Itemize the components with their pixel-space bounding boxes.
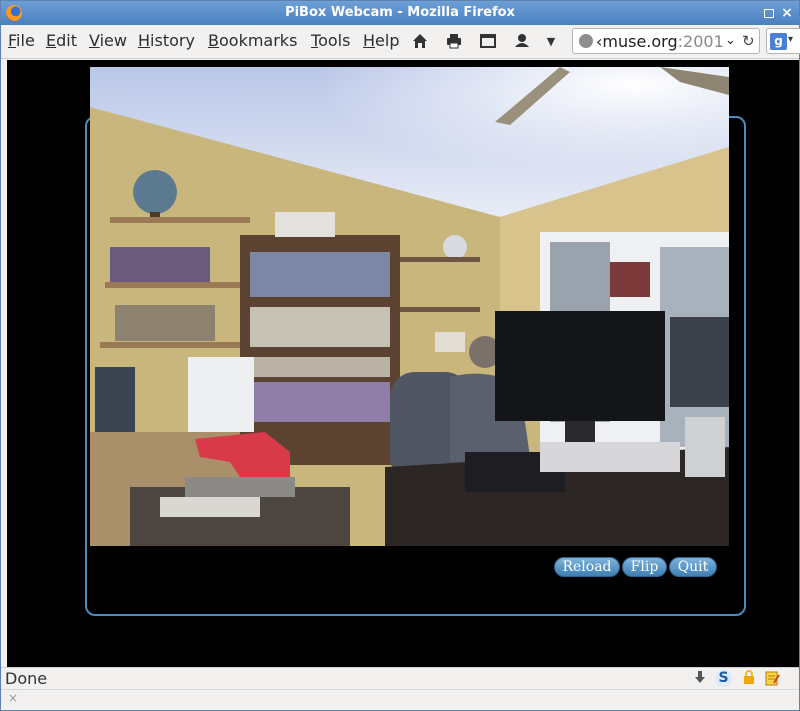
dropdown-icon[interactable]: ▼ bbox=[541, 32, 561, 52]
addon-bar-close-icon[interactable]: × bbox=[8, 691, 18, 705]
menu-view[interactable]: View bbox=[89, 31, 127, 50]
status-bar: Done S bbox=[1, 667, 799, 688]
quit-button[interactable]: Quit bbox=[669, 557, 717, 577]
webcam-image bbox=[90, 67, 729, 546]
globe-icon bbox=[579, 34, 593, 48]
menu-bookmarks[interactable]: Bookmarks bbox=[208, 31, 297, 50]
search-box[interactable]: g ▾ bbox=[766, 28, 800, 54]
status-text: Done bbox=[5, 669, 48, 688]
maximize-icon[interactable] bbox=[761, 6, 775, 20]
s-icon[interactable]: S bbox=[715, 670, 732, 687]
url-dropdown-icon[interactable]: ⌄ bbox=[725, 33, 736, 48]
google-icon[interactable]: g bbox=[770, 33, 787, 50]
browser-window: PiBox Webcam - Mozilla Firefox × File Ed… bbox=[0, 0, 800, 711]
flip-button[interactable]: Flip bbox=[622, 557, 667, 577]
menu-tools[interactable]: Tools bbox=[311, 31, 350, 50]
menu-bar: File Edit View History Bookmarks Tools H… bbox=[1, 25, 800, 59]
addon-bar: × bbox=[1, 689, 799, 710]
menu-edit[interactable]: Edit bbox=[46, 31, 77, 50]
window-title: PiBox Webcam - Mozilla Firefox bbox=[285, 5, 515, 20]
reload-icon[interactable]: ↻ bbox=[742, 32, 755, 50]
search-dropdown-icon[interactable]: ▾ bbox=[788, 34, 793, 45]
title-bar: PiBox Webcam - Mozilla Firefox × bbox=[1, 1, 799, 25]
notes-icon[interactable] bbox=[763, 670, 780, 687]
url-bar[interactable]: ‹muse.org:2001 ⌄ ↻ bbox=[572, 28, 760, 54]
user-icon[interactable] bbox=[512, 32, 532, 52]
lock-icon[interactable] bbox=[740, 670, 757, 687]
url-text[interactable]: ‹muse.org:2001 bbox=[596, 32, 724, 51]
reload-button[interactable]: Reload bbox=[554, 557, 620, 577]
home-icon[interactable] bbox=[410, 32, 430, 52]
close-icon[interactable]: × bbox=[780, 6, 794, 20]
download-icon[interactable] bbox=[691, 670, 708, 687]
menu-help[interactable]: Help bbox=[363, 31, 399, 50]
print-icon[interactable] bbox=[444, 32, 464, 52]
window-icon[interactable] bbox=[478, 32, 498, 52]
menu-history[interactable]: History bbox=[138, 31, 195, 50]
menu-file[interactable]: File bbox=[8, 31, 35, 50]
